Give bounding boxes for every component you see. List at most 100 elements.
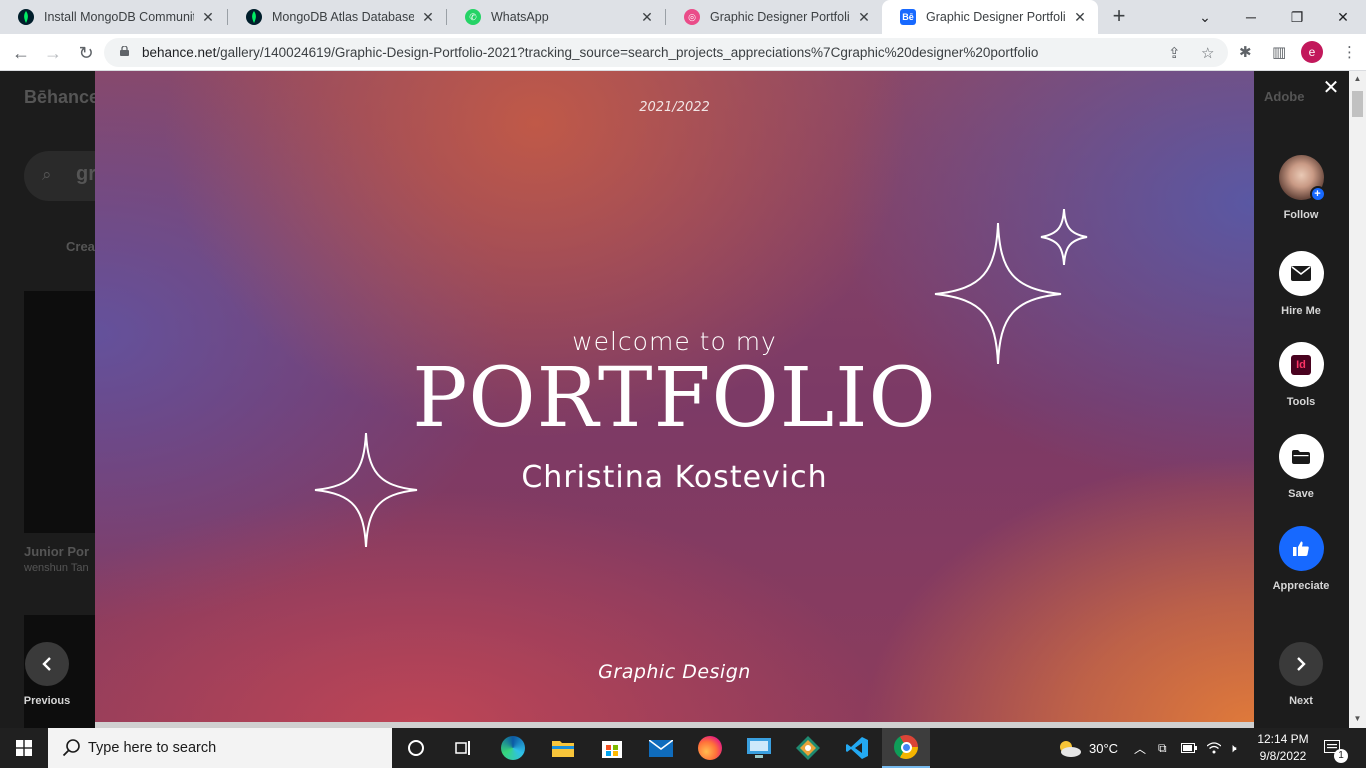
weather-widget[interactable]: 30°C — [1056, 728, 1118, 768]
file-explorer-icon[interactable] — [539, 728, 587, 768]
previous-button[interactable] — [25, 642, 69, 686]
folder-icon — [1278, 434, 1324, 479]
close-icon[interactable]: ✕ — [420, 9, 436, 26]
envelope-icon — [1278, 251, 1324, 296]
tab-dribbble-portfolio[interactable]: ◎ Graphic Designer Portfolio d ✕ — [666, 0, 882, 34]
save-label: Save — [1288, 488, 1314, 500]
share-icon[interactable]: ⇪ — [1168, 44, 1181, 62]
taskbar-search-box[interactable]: Type here to search — [48, 728, 392, 768]
tab-mongodb-atlas[interactable]: MongoDB Atlas Database | M ✕ — [228, 0, 446, 34]
vscode-icon[interactable] — [833, 728, 881, 768]
extensions-icon[interactable]: ✱ — [1239, 43, 1252, 61]
side-panel-icon[interactable]: ▥ — [1272, 43, 1286, 61]
save-button[interactable]: Save — [1268, 434, 1334, 500]
adobe-link[interactable]: Adobe — [1264, 89, 1304, 104]
behance-icon: Bē — [900, 9, 916, 25]
start-button[interactable] — [0, 728, 48, 768]
project-footer: Graphic Design — [598, 661, 751, 683]
tab-search-button[interactable]: ⌄ — [1182, 0, 1228, 34]
follow-label: Follow — [1283, 209, 1319, 221]
task-view-icon[interactable] — [440, 728, 488, 768]
hire-me-label: Hire Me — [1281, 305, 1321, 317]
notification-center-icon[interactable]: 1 — [1324, 728, 1348, 768]
chrome-icon[interactable] — [882, 728, 930, 768]
tab-title: Graphic Designer Portfolio d — [710, 10, 850, 24]
windows-logo-icon — [16, 740, 32, 756]
next-label: Next — [1289, 695, 1313, 707]
project-image: 2021/2022 welcome to my PORTFOLIO Christ… — [95, 71, 1254, 728]
control-panel-icon[interactable] — [735, 728, 783, 768]
lock-icon — [120, 46, 129, 56]
tab-title: WhatsApp — [491, 10, 549, 24]
tab-title: Graphic Designer Portfolio P — [926, 10, 1066, 24]
next-button[interactable] — [1279, 642, 1323, 686]
tab-behance-portfolio[interactable]: Bē Graphic Designer Portfolio P ✕ — [882, 0, 1098, 34]
close-icon[interactable]: ✕ — [639, 9, 655, 26]
search-text-fragment: gr — [76, 163, 96, 185]
page-content: Bēhance Adobe ⌕ gr Crea Junior Por wensh… — [0, 71, 1366, 728]
mail-icon[interactable] — [637, 728, 685, 768]
tab-whatsapp[interactable]: ✆ WhatsApp ✕ — [447, 0, 665, 34]
whatsapp-icon: ✆ — [465, 9, 481, 25]
url-path: /gallery/140024619/Graphic-Design-Portfo… — [216, 45, 1039, 60]
meet-now-icon[interactable]: ⧉ — [1158, 728, 1167, 768]
system-clock[interactable]: 12:14 PM 9/8/2022 — [1250, 731, 1316, 765]
sparkle-star-small-icon — [1040, 208, 1088, 266]
new-tab-button[interactable]: + — [1108, 5, 1130, 29]
clock-time: 12:14 PM — [1257, 732, 1309, 746]
close-icon[interactable]: ✕ — [200, 9, 216, 26]
avatar[interactable]: + — [1278, 155, 1326, 202]
background-project-card — [24, 291, 96, 533]
follow-button[interactable]: + Follow — [1268, 155, 1334, 221]
battery-icon[interactable] — [1181, 728, 1197, 768]
background-card-title: Junior Por — [24, 544, 90, 559]
address-bar[interactable]: behance.net/gallery/140024619/Graphic-De… — [104, 38, 1228, 67]
page-scrollbar[interactable]: ▲ ▼ — [1349, 71, 1366, 728]
url-text: behance.net/gallery/140024619/Graphic-De… — [142, 45, 1038, 60]
minimize-button[interactable]: ─ — [1228, 0, 1274, 34]
bookmark-star-icon[interactable]: ☆ — [1201, 44, 1214, 62]
previous-label: Previous — [23, 695, 71, 707]
scroll-up-arrow-icon[interactable]: ▲ — [1353, 74, 1362, 83]
hire-me-button[interactable]: Hire Me — [1268, 251, 1334, 317]
scroll-down-arrow-icon[interactable]: ▼ — [1353, 714, 1362, 723]
tools-button[interactable]: Id Tools — [1268, 342, 1334, 408]
background-card-author: wenshun Tan — [24, 562, 89, 574]
window-close-button[interactable]: ✕ — [1320, 0, 1366, 34]
chevron-up-icon[interactable]: ︿ — [1134, 728, 1146, 768]
behance-logo[interactable]: Bēhance — [24, 87, 99, 108]
thumbs-up-icon — [1278, 526, 1324, 571]
close-icon[interactable]: ✕ — [856, 9, 872, 26]
close-icon[interactable]: ✕ — [1072, 9, 1088, 26]
scrollbar-thumb[interactable] — [1352, 91, 1363, 117]
url-host: behance.net — [142, 45, 217, 60]
close-viewer-icon[interactable]: ✕ — [1322, 78, 1340, 98]
weather-cloud-sun-icon — [1060, 741, 1081, 757]
edge-icon[interactable] — [489, 728, 537, 768]
restore-button[interactable]: ❐ — [1274, 0, 1320, 34]
volume-icon[interactable]: 🕨 — [1229, 728, 1237, 768]
taskbar-search-placeholder: Type here to search — [88, 740, 217, 756]
microsoft-store-icon[interactable] — [588, 728, 636, 768]
create-fragment: Crea — [66, 239, 95, 254]
git-kraken-icon[interactable] — [784, 728, 832, 768]
sparkle-star-left-icon — [314, 432, 418, 548]
firefox-icon[interactable] — [686, 728, 734, 768]
tab-install-mongodb[interactable]: Install MongoDB Community ✕ — [0, 0, 226, 34]
appreciate-button[interactable]: Appreciate — [1268, 526, 1334, 592]
cortana-icon[interactable] — [392, 728, 440, 768]
temperature-text: 30°C — [1089, 740, 1119, 756]
chevron-left-icon — [42, 657, 51, 671]
notification-count: 1 — [1334, 749, 1348, 763]
background-search-bar: ⌕ gr — [24, 151, 96, 201]
browser-tab-strip: Install MongoDB Community ✕ MongoDB Atla… — [0, 0, 1366, 34]
back-button[interactable]: ← — [8, 40, 34, 66]
wifi-icon[interactable] — [1207, 728, 1221, 768]
author-name: Christina Kostevich — [521, 460, 828, 495]
reload-button[interactable]: ↻ — [73, 40, 99, 66]
forward-button[interactable]: → — [40, 40, 66, 66]
menu-icon[interactable]: ⋮ — [1342, 43, 1357, 61]
profile-avatar[interactable]: e — [1301, 41, 1323, 63]
search-icon: ⌕ — [42, 165, 52, 184]
search-icon — [62, 739, 80, 757]
